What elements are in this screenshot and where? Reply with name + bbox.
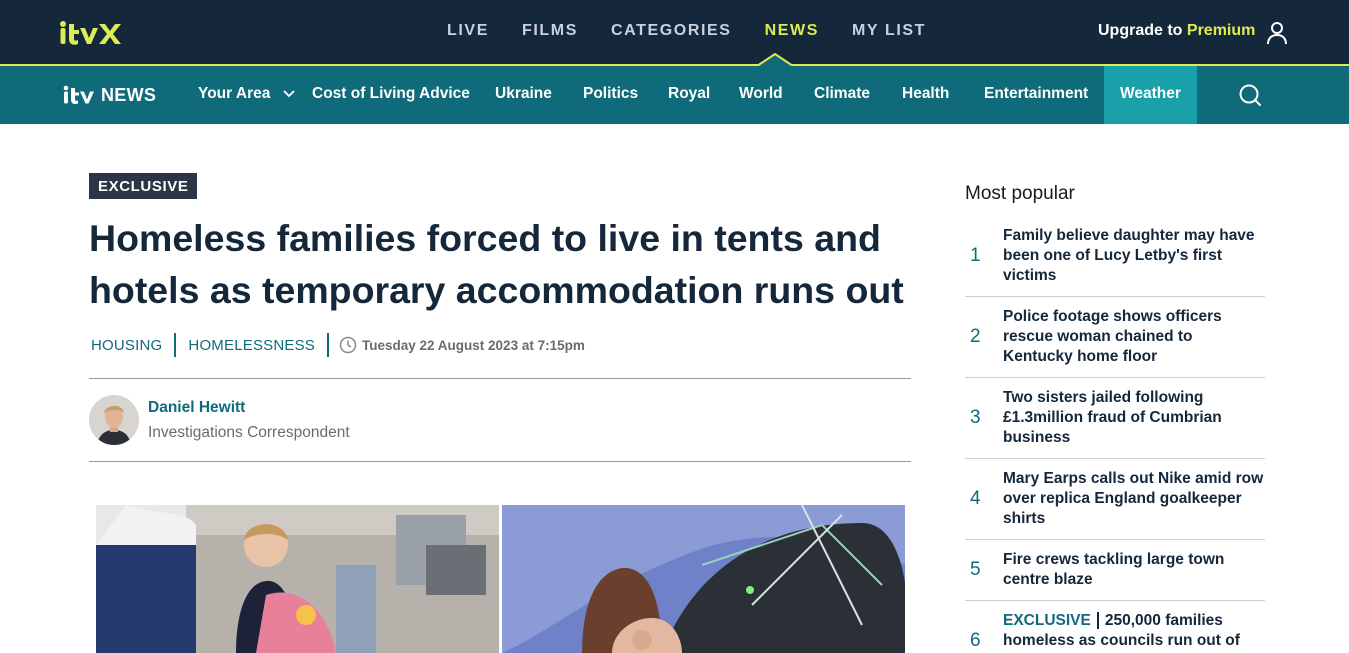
- most-popular-list: 1 Family believe daughter may have been …: [965, 216, 1265, 653]
- clock-icon: [339, 336, 357, 354]
- most-popular-item[interactable]: 6 EXCLUSIVE 250,000 families homeless as …: [965, 601, 1265, 653]
- item-headline: Mary Earps calls out Nike amid row over …: [1003, 470, 1264, 527]
- subnav-ukraine[interactable]: Ukraine: [495, 85, 552, 103]
- exclusive-label: EXCLUSIVE: [1003, 612, 1099, 629]
- publish-date: Tuesday 22 August 2023 at 7:15pm: [362, 337, 585, 353]
- item-headline: Two sisters jailed following £1.3million…: [1003, 389, 1222, 446]
- item-headline: Police footage shows officers rescue wom…: [1003, 308, 1222, 365]
- nav-films[interactable]: FILMS: [522, 22, 578, 40]
- item-rank: 5: [970, 559, 981, 580]
- tag-divider: [327, 333, 330, 357]
- news-logo-text: NEWS: [101, 84, 157, 105]
- item-rank: 4: [970, 488, 981, 509]
- premium-label: Premium: [1186, 22, 1256, 39]
- chevron-down-icon: [283, 90, 295, 98]
- user-icon[interactable]: [1266, 21, 1288, 45]
- subnav-entertainment[interactable]: Entertainment: [984, 85, 1088, 103]
- tag-housing[interactable]: HOUSING: [89, 337, 174, 354]
- most-popular-item[interactable]: 4 Mary Earps calls out Nike amid row ove…: [965, 459, 1265, 540]
- top-bar: LIVE FILMS CATEGORIES NEWS MY LIST Upgra…: [0, 0, 1349, 66]
- your-area-label: Your Area: [198, 85, 271, 102]
- nav-live[interactable]: LIVE: [447, 22, 489, 40]
- subnav-world[interactable]: World: [739, 85, 783, 103]
- article-image-right: [502, 505, 905, 653]
- tag-divider: [174, 333, 177, 357]
- subnav-royal[interactable]: Royal: [668, 85, 710, 103]
- article-image-left: [96, 505, 499, 653]
- article-headline: Homeless families forced to live in tent…: [89, 217, 904, 311]
- upgrade-prefix: Upgrade to: [1098, 22, 1183, 39]
- author-role: Investigations Correspondent: [148, 424, 350, 441]
- most-popular-item[interactable]: 5 Fire crews tackling large town centre …: [965, 540, 1265, 601]
- item-rank: 1: [970, 245, 981, 266]
- news-subnav: NEWS Your Area Cost of Living Advice Ukr…: [0, 66, 1349, 124]
- item-headline: Family believe daughter may have been on…: [1003, 227, 1255, 284]
- subnav-your-area[interactable]: Your Area: [198, 85, 295, 103]
- most-popular-title: Most popular: [965, 183, 1075, 204]
- active-nav-caret-icon: [757, 53, 793, 67]
- subnav-weather[interactable]: Weather: [1104, 66, 1197, 124]
- most-popular-item[interactable]: 3 Two sisters jailed following £1.3milli…: [965, 378, 1265, 459]
- subnav-politics[interactable]: Politics: [583, 85, 638, 103]
- item-headline: Fire crews tackling large town centre bl…: [1003, 551, 1225, 588]
- most-popular-item[interactable]: 1 Family believe daughter may have been …: [965, 216, 1265, 297]
- itvx-logo[interactable]: [59, 20, 123, 46]
- nav-my-list[interactable]: MY LIST: [852, 22, 926, 40]
- author-name[interactable]: Daniel Hewitt: [148, 399, 245, 417]
- divider: [89, 378, 911, 379]
- nav-categories[interactable]: CATEGORIES: [611, 22, 732, 40]
- subnav-health[interactable]: Health: [902, 85, 949, 103]
- divider: [89, 461, 911, 462]
- itv-news-logo[interactable]: NEWS: [63, 84, 156, 106]
- article-meta: HOUSING HOMELESSNESS Tuesday 22 August 2…: [89, 333, 585, 357]
- top-nav: LIVE FILMS CATEGORIES NEWS MY LIST: [447, 22, 959, 40]
- itv-logo-icon: [63, 85, 94, 105]
- exclusive-badge: EXCLUSIVE: [89, 173, 198, 199]
- upgrade-link[interactable]: Upgrade to Premium: [1098, 22, 1255, 40]
- item-rank: 6: [970, 630, 981, 651]
- nav-news[interactable]: NEWS: [765, 22, 819, 40]
- item-rank: 3: [970, 407, 981, 428]
- tag-homelessness[interactable]: HOMELESSNESS: [186, 337, 327, 354]
- item-headline-wrap: EXCLUSIVE 250,000 families homeless as co…: [1003, 611, 1265, 651]
- subnav-climate[interactable]: Climate: [814, 85, 870, 103]
- subnav-cost-of-living[interactable]: Cost of Living Advice: [312, 85, 470, 103]
- search-icon[interactable]: [1238, 83, 1262, 107]
- item-rank: 2: [970, 326, 981, 347]
- most-popular-item[interactable]: 2 Police footage shows officers rescue w…: [965, 297, 1265, 378]
- author-avatar[interactable]: [89, 395, 139, 445]
